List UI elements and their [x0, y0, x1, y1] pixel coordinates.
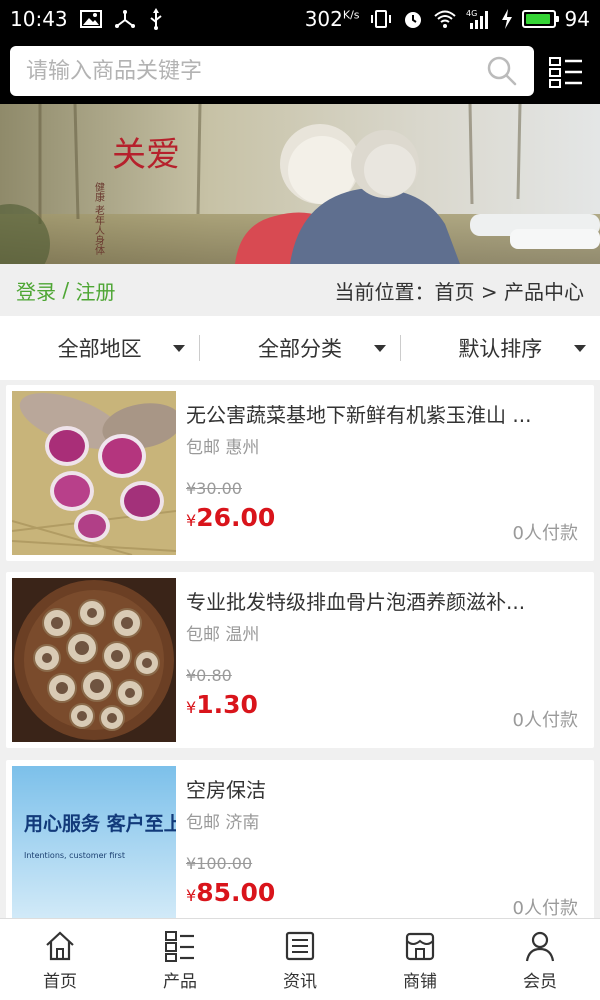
- battery-percent: 94: [564, 7, 590, 31]
- search-header: [0, 38, 600, 104]
- product-image-cleaning[interactable]: 用心服务 客户至上 Intentions, customer first: [12, 766, 176, 930]
- wifi-icon: [433, 8, 457, 30]
- image-icon: [79, 8, 102, 30]
- login-link[interactable]: 登录: [16, 276, 56, 305]
- product-card[interactable]: 专业批发特级排血骨片泡酒养颜滋补... 包邮 温州 ¥0.80 ¥1.30 0人…: [6, 572, 594, 748]
- register-link[interactable]: 注册: [75, 276, 115, 305]
- banner-image: 关爱 健康 老年人身体: [0, 104, 600, 264]
- store-icon: [405, 932, 435, 961]
- alarm-icon: [402, 8, 424, 30]
- product-card[interactable]: 用心服务 客户至上 Intentions, customer first 空房保…: [6, 760, 594, 936]
- promo-banner[interactable]: 关爱 健康 老年人身体: [0, 104, 600, 264]
- search-input[interactable]: [26, 58, 486, 84]
- tab-member[interactable]: 会员: [480, 919, 600, 1000]
- caret-down-icon: [173, 345, 186, 352]
- filter-region-dropdown[interactable]: 全部地区: [0, 316, 199, 380]
- product-sold-count: 0人付款: [512, 523, 578, 544]
- product-shipping: 包邮 济南: [186, 813, 260, 833]
- status-time: 10:43: [10, 7, 68, 31]
- tab-store-label: 商铺: [403, 972, 437, 992]
- usb-share-icon: [114, 8, 136, 30]
- image-slogan-en: Intentions, customer first: [24, 851, 125, 860]
- product-image-slices[interactable]: [12, 578, 176, 742]
- signal-4g-icon: 4G: [466, 8, 492, 30]
- product-list-icon: [165, 931, 194, 962]
- search-box[interactable]: [10, 46, 534, 96]
- tab-products[interactable]: 产品: [120, 919, 240, 1000]
- vibrate-icon: [369, 8, 393, 30]
- product-shipping: 包邮 温州: [186, 625, 260, 645]
- tab-home[interactable]: 首页: [0, 919, 120, 1000]
- filter-region-label: 全部地区: [57, 337, 142, 361]
- product-price: ¥1.30: [186, 690, 258, 719]
- tab-home-label: 首页: [43, 972, 77, 992]
- battery-icon: [521, 10, 559, 28]
- product-card[interactable]: 无公害蔬菜基地下新鲜有机紫玉淮山 ... 包邮 惠州 ¥30.00 ¥26.00…: [6, 385, 594, 561]
- nav-row: 登录 / 注册 当前位置：首页 > 产品中心: [0, 264, 600, 316]
- product-sold-count: 0人付款: [512, 898, 578, 919]
- tab-store[interactable]: 商铺: [360, 919, 480, 1000]
- category-menu-icon[interactable]: [548, 54, 584, 90]
- nav-separator: /: [56, 278, 76, 302]
- image-slogan: 用心服务 客户至上: [24, 812, 176, 835]
- search-icon[interactable]: [486, 55, 518, 87]
- product-title[interactable]: 专业批发特级排血骨片泡酒养颜滋补...: [186, 586, 578, 615]
- caret-down-icon: [373, 345, 386, 352]
- breadcrumb: 当前位置：首页 > 产品中心: [334, 279, 584, 304]
- caret-down-icon: [573, 345, 586, 352]
- filter-category-dropdown[interactable]: 全部分类: [200, 316, 399, 380]
- product-old-price: ¥0.80: [186, 666, 232, 685]
- member-icon: [525, 931, 555, 962]
- banner-title: 关爱: [112, 135, 180, 175]
- usb-icon: [148, 8, 164, 30]
- tab-products-label: 产品: [163, 972, 197, 992]
- product-shipping: 包邮 惠州: [186, 438, 260, 458]
- product-image-yam[interactable]: [12, 391, 176, 555]
- banner-subtitle: 健康 老年人身体: [93, 182, 105, 256]
- svg-text:4G: 4G: [466, 9, 477, 18]
- product-sold-count: 0人付款: [512, 710, 578, 731]
- product-old-price: ¥100.00: [186, 854, 253, 873]
- product-title[interactable]: 无公害蔬菜基地下新鲜有机紫玉淮山 ...: [186, 399, 578, 428]
- product-price: ¥85.00: [186, 878, 276, 907]
- tab-news-label: 资讯: [283, 972, 317, 992]
- charging-icon: [501, 8, 513, 30]
- bottom-tab-bar: 首页 产品 资讯 商铺 会员: [0, 918, 600, 1000]
- tab-news[interactable]: 资讯: [240, 919, 360, 1000]
- home-icon: [46, 931, 74, 961]
- battery-level: [525, 14, 550, 24]
- product-title[interactable]: 空房保洁: [186, 774, 578, 803]
- filter-bar: 全部地区 全部分类 默认排序: [0, 316, 600, 380]
- filter-sort-label: 默认排序: [458, 337, 543, 361]
- news-icon: [285, 931, 315, 961]
- filter-sort-dropdown[interactable]: 默认排序: [401, 316, 600, 380]
- product-price: ¥26.00: [186, 503, 276, 532]
- tab-member-label: 会员: [523, 972, 557, 992]
- network-speed: 302K/s: [304, 7, 360, 31]
- status-bar: 10:43 302K/s 4G 94: [0, 0, 600, 38]
- product-old-price: ¥30.00: [186, 479, 242, 498]
- filter-category-label: 全部分类: [257, 337, 342, 361]
